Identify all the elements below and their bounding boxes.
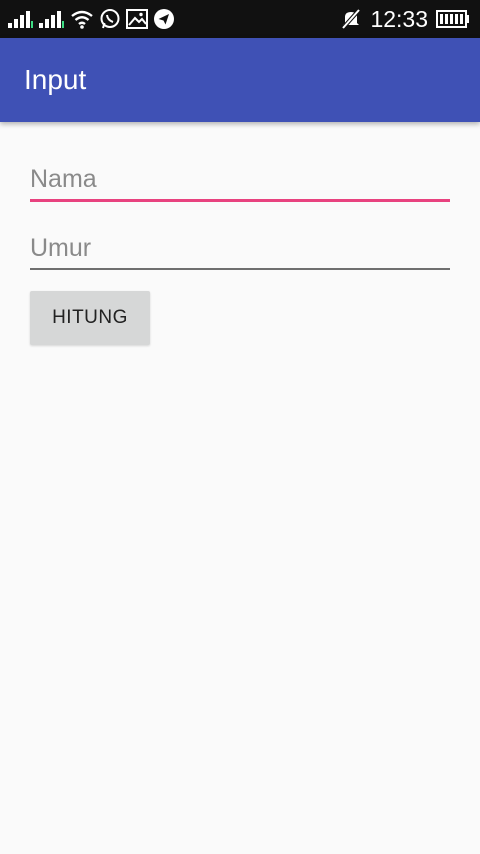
telegram-icon bbox=[153, 8, 175, 30]
umur-input[interactable] bbox=[30, 234, 450, 263]
gallery-icon bbox=[126, 9, 148, 29]
mute-icon bbox=[340, 8, 362, 30]
app-bar: Input bbox=[0, 38, 480, 122]
signal-1-icon bbox=[8, 10, 34, 28]
status-bar: 12:33 bbox=[0, 0, 480, 38]
whatsapp-icon bbox=[99, 8, 121, 30]
status-time: 12:33 bbox=[370, 5, 428, 32]
app-title: Input bbox=[24, 64, 87, 95]
wifi-icon bbox=[70, 9, 94, 29]
status-icons-right: 12:33 bbox=[340, 6, 480, 33]
status-icons-left bbox=[0, 8, 175, 30]
nama-field[interactable] bbox=[30, 162, 450, 202]
signal-2-icon bbox=[39, 10, 65, 28]
battery-icon bbox=[436, 10, 470, 28]
hitung-button[interactable]: HITUNG bbox=[30, 291, 150, 345]
umur-field[interactable] bbox=[30, 230, 450, 270]
nama-input[interactable] bbox=[30, 165, 450, 194]
